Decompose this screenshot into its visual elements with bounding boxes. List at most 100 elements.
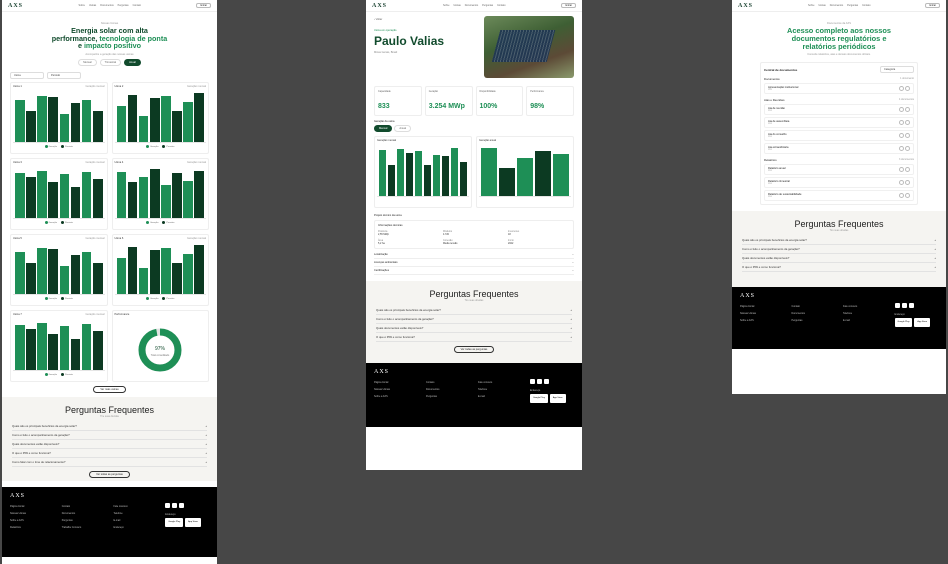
footer-link[interactable]: Página Inicial — [740, 303, 784, 310]
tab-annual[interactable]: Anual — [394, 125, 412, 132]
nav-link[interactable]: Perguntas — [118, 4, 129, 7]
footer-link[interactable]: Página Inicial — [374, 379, 418, 386]
footer-link[interactable]: Telefone — [114, 510, 158, 517]
app-store-badge[interactable]: App Store — [914, 318, 931, 328]
faq-item[interactable]: Quais documentos estão disponíveis? + — [742, 254, 936, 264]
view-icon[interactable] — [899, 120, 904, 126]
view-icon[interactable] — [899, 146, 904, 152]
footer-logo[interactable]: AXS — [10, 493, 209, 499]
facebook-icon[interactable] — [530, 379, 535, 384]
nav-link[interactable]: Usinas — [89, 4, 96, 7]
faq-item[interactable]: Quais são os principais benefícios da en… — [742, 236, 936, 246]
faq-item[interactable]: Quais documentos estão disponíveis? + — [12, 440, 207, 449]
document-row[interactable]: Ata de reunião PDF — [764, 104, 914, 116]
logo[interactable]: AXS — [372, 3, 387, 9]
tab-quarterly[interactable]: Trimestral — [99, 58, 122, 66]
footer-link[interactable]: Contato — [426, 379, 470, 386]
view-icon[interactable] — [899, 167, 904, 173]
download-icon[interactable] — [905, 133, 910, 139]
footer-link[interactable]: Fale conosco — [843, 303, 887, 310]
tab-annual[interactable]: Anual — [124, 58, 141, 66]
nav-link[interactable]: Contato — [862, 4, 870, 7]
document-row[interactable]: Relatório trimestral PDF — [764, 177, 914, 189]
footer-link[interactable]: Sobre a AXS — [374, 393, 418, 400]
view-icon[interactable] — [899, 180, 904, 186]
view-icon[interactable] — [899, 86, 904, 92]
footer-link[interactable]: Endereço — [114, 524, 158, 531]
plant-chart-card[interactable]: Usina 6 Geração mensal Geração Prevista — [111, 233, 209, 306]
footer-link[interactable]: Página Inicial — [10, 503, 54, 510]
nav-link[interactable]: Documentos — [465, 4, 478, 7]
footer-logo[interactable]: AXS — [374, 369, 574, 375]
nav-link[interactable]: Perguntas — [847, 4, 858, 7]
download-icon[interactable] — [905, 146, 910, 152]
nav-link[interactable]: Sobre — [808, 4, 814, 7]
document-row[interactable]: Relatório de sustentabilidade PDF — [764, 190, 914, 202]
faq-item[interactable]: Quais documentos estão disponíveis? + — [376, 324, 572, 333]
footer-link[interactable]: Perguntas — [792, 317, 836, 324]
instagram-icon[interactable] — [172, 502, 178, 508]
linkedin-icon[interactable] — [544, 379, 549, 384]
instagram-icon[interactable] — [537, 379, 542, 384]
all-faq-button[interactable]: Ver todas as perguntas — [453, 346, 495, 353]
accordion-item[interactable]: Certificações ⌄ — [374, 267, 574, 275]
footer-link[interactable]: E-mail — [114, 517, 158, 524]
footer-link[interactable]: Perguntas — [62, 517, 106, 524]
footer-link[interactable]: Fale conosco — [478, 379, 522, 386]
plant-chart-card[interactable]: Usina 7 Geração mensal Geração Prevista — [10, 309, 108, 382]
document-row[interactable]: Apresentação institucional PDF — [764, 83, 914, 95]
faq-item[interactable]: O que é PPA e como funciona? + — [12, 449, 207, 458]
nav-link[interactable]: Contato — [497, 4, 505, 7]
app-store-badge[interactable]: App Store — [185, 517, 201, 527]
linkedin-icon[interactable] — [179, 502, 185, 508]
nav-link[interactable]: Documentos — [830, 4, 843, 7]
back-link[interactable]: ‹ Voltar — [374, 18, 480, 21]
facebook-icon[interactable] — [894, 303, 900, 309]
nav-link[interactable]: Usinas — [818, 4, 825, 7]
footer-link[interactable]: Nossas Usinas — [740, 310, 784, 317]
logo[interactable]: AXS — [738, 3, 753, 9]
login-button[interactable]: Entrar — [561, 3, 576, 8]
footer-link[interactable]: Contato — [62, 503, 106, 510]
footer-link[interactable]: Perguntas — [426, 393, 470, 400]
view-icon[interactable] — [899, 193, 904, 199]
accordion-item[interactable]: Localização ⌄ — [374, 251, 574, 259]
footer-link[interactable]: Nossas Usinas — [374, 386, 418, 393]
nav-link[interactable]: Contato — [133, 4, 141, 7]
linkedin-icon[interactable] — [908, 303, 914, 309]
tab-monthly[interactable]: Mensal — [374, 125, 393, 132]
footer-link[interactable]: Documentos — [426, 386, 470, 393]
footer-link[interactable]: Sobre a AXS — [10, 517, 54, 524]
footer-link[interactable]: Telefone — [478, 386, 522, 393]
footer-link[interactable]: Sobre a AXS — [740, 317, 784, 324]
plant-chart-card[interactable]: Usina 4 Geração mensal Geração Prevista — [111, 157, 209, 230]
faq-item[interactable]: Quais são os principais benefícios da en… — [12, 422, 207, 431]
footer-link[interactable]: Nossas Usinas — [10, 510, 54, 517]
view-icon[interactable] — [899, 107, 904, 113]
footer-link[interactable]: Trabalhe Conosco — [62, 524, 106, 531]
instagram-icon[interactable] — [901, 303, 907, 309]
footer-link[interactable]: E-mail — [478, 393, 522, 400]
document-row[interactable]: Ata de assembleia PDF — [764, 117, 914, 129]
nav-link[interactable]: Perguntas — [482, 4, 493, 7]
nav-link[interactable]: Usinas — [453, 4, 460, 7]
nav-link[interactable]: Documentos — [100, 4, 113, 7]
plant-chart-card[interactable]: Usina 2 Geração mensal Geração Prevista — [111, 81, 209, 154]
nav-link[interactable]: Sobre — [79, 4, 85, 7]
faq-item[interactable]: Quais são os principais benefícios da en… — [376, 306, 572, 315]
document-row[interactable]: Ata extraordinária PDF — [764, 143, 914, 155]
document-row[interactable]: Relatório anual PDF — [764, 164, 914, 176]
download-icon[interactable] — [905, 193, 910, 199]
footer-link[interactable]: Documentos — [792, 310, 836, 317]
download-icon[interactable] — [905, 167, 910, 173]
app-store-badge[interactable]: App Store — [549, 394, 566, 403]
footer-link[interactable]: Documentos — [62, 510, 106, 517]
all-faq-button[interactable]: Ver todas as perguntas — [89, 470, 130, 478]
document-row[interactable]: Ata do conselho PDF — [764, 130, 914, 142]
facebook-icon[interactable] — [165, 502, 171, 508]
google-play-badge[interactable]: Google Play — [894, 318, 913, 328]
login-button[interactable]: Entrar — [196, 3, 211, 8]
footer-link[interactable]: Contato — [792, 303, 836, 310]
download-icon[interactable] — [905, 86, 910, 92]
download-icon[interactable] — [905, 107, 910, 113]
